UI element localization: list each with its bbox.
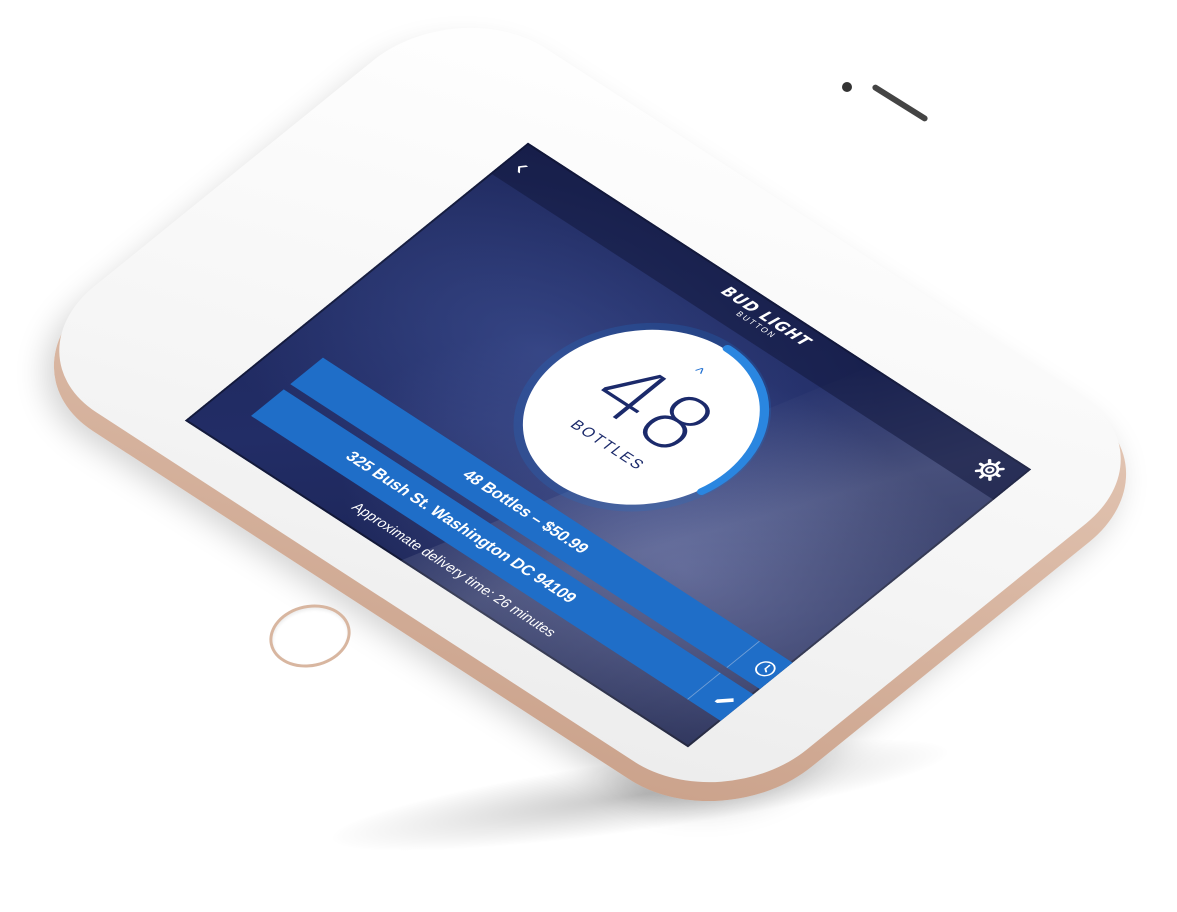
gear-icon <box>974 459 1005 481</box>
front-camera <box>842 82 852 92</box>
chevron-left-icon: ‹ <box>507 154 539 180</box>
home-button[interactable] <box>267 600 353 672</box>
back-button[interactable]: ‹ <box>507 154 552 187</box>
device-mockup: ‹ BUD LIGHT BUTTON ^ 48 BOTTLES 48 Bottl… <box>0 0 1177 912</box>
settings-button[interactable] <box>968 454 1011 485</box>
earpiece-speaker <box>871 83 929 123</box>
